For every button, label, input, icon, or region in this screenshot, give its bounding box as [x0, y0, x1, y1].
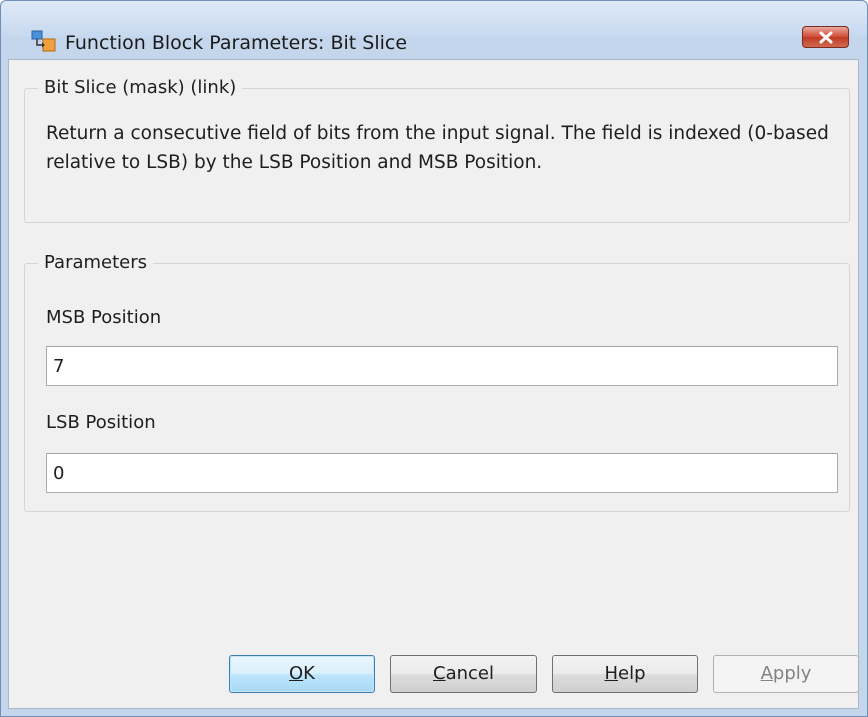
ok-button[interactable]: OK: [229, 655, 375, 693]
cancel-label-rest: ancel: [445, 663, 494, 684]
ok-mnemonic: O: [289, 663, 304, 684]
apply-button[interactable]: Apply: [713, 655, 859, 693]
msb-position-input[interactable]: [46, 346, 838, 386]
help-mnemonic: H: [604, 663, 619, 684]
apply-mnemonic: A: [760, 663, 773, 684]
cancel-button[interactable]: Cancel: [390, 655, 537, 693]
lsb-position-input[interactable]: [46, 453, 838, 493]
title-bar[interactable]: Function Block Parameters: Bit Slice: [1, 1, 867, 54]
parameters-group-legend: Parameters: [38, 252, 154, 274]
simulink-block-icon: [31, 30, 57, 52]
lsb-position-label: LSB Position: [46, 412, 156, 433]
ok-label-rest: K: [303, 663, 315, 684]
cancel-mnemonic: C: [433, 663, 446, 684]
help-button[interactable]: Help: [552, 655, 698, 693]
block-group-legend: Bit Slice (mask) (link): [38, 77, 243, 99]
window-title: Function Block Parameters: Bit Slice: [65, 32, 408, 54]
close-icon: [819, 31, 833, 44]
msb-position-label: MSB Position: [46, 307, 162, 328]
apply-label-rest: pply: [772, 663, 812, 684]
help-label-rest: elp: [618, 663, 646, 684]
block-description: Return a consecutive field of bits from …: [46, 123, 829, 173]
close-button[interactable]: [802, 26, 849, 48]
